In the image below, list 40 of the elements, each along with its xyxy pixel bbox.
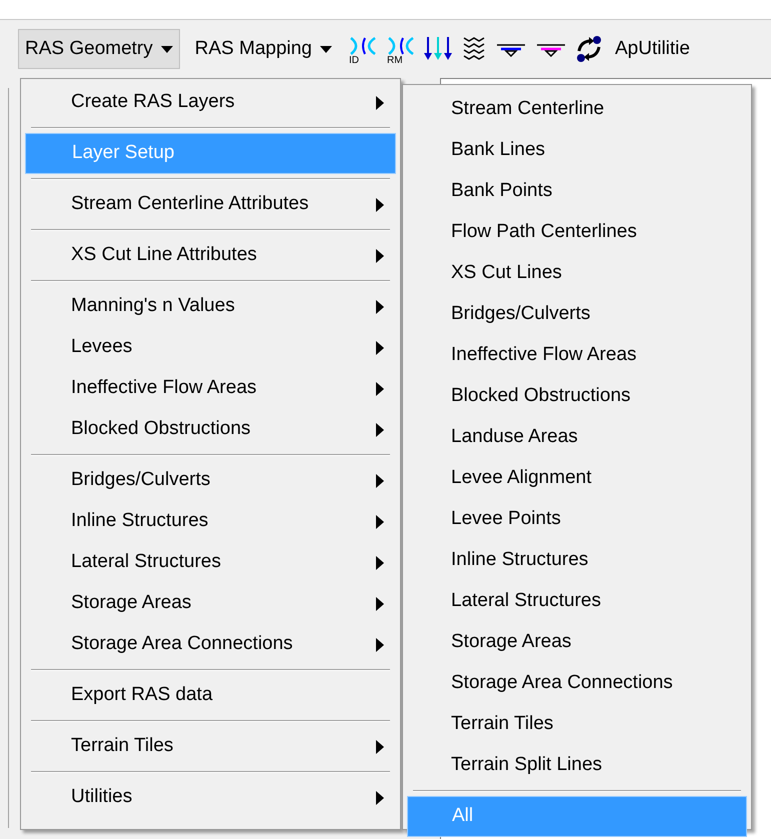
menu-item[interactable]: Bridges/Culverts (25, 460, 396, 501)
menu-item[interactable]: XS Cut Lines (407, 253, 747, 294)
menu-item[interactable]: Storage Area Connections (407, 663, 747, 704)
menu-item[interactable]: Create RAS Layers (25, 82, 396, 123)
sync-icon[interactable] (575, 35, 603, 63)
menu-item[interactable]: Storage Areas (25, 583, 396, 624)
menu-item[interactable]: Export RAS data (25, 675, 396, 716)
menu-item[interactable]: Blocked Obstructions (407, 376, 747, 417)
menu-item[interactable]: Levee Points (407, 499, 747, 540)
menu-item[interactable]: Storage Area Connections (25, 624, 396, 665)
menu-item[interactable]: Bank Points (407, 171, 747, 212)
menu-item[interactable]: Storage Areas (407, 622, 747, 663)
menu-item[interactable]: Terrain Tiles (407, 704, 747, 745)
menu-item[interactable]: Stream Centerline (407, 89, 747, 130)
menu-item[interactable]: Levees (25, 327, 396, 368)
menu-item[interactable]: Utilities (25, 777, 396, 818)
menu-item[interactable]: Blocked Obstructions (25, 409, 396, 450)
menu-item[interactable]: Terrain Split Lines (407, 745, 747, 786)
menu-item[interactable]: Landuse Areas (407, 417, 747, 458)
menu-item[interactable]: Lateral Structures (407, 581, 747, 622)
menu-item[interactable]: Ineffective Flow Areas (25, 368, 396, 409)
menu-item[interactable]: Terrain Tiles (25, 726, 396, 767)
menu-item[interactable]: Ineffective Flow Areas (407, 335, 747, 376)
menu-item[interactable]: Bridges/Culverts (407, 294, 747, 335)
tool-label: ID (349, 56, 359, 66)
dropdown-caret-icon (320, 46, 332, 52)
menu-item[interactable]: Stream Centerline Attributes (25, 184, 396, 225)
menu-item[interactable]: XS Cut Line Attributes (25, 235, 396, 276)
menu-button[interactable]: ApUtilitie (615, 34, 690, 64)
menu-item[interactable]: Levee Alignment (407, 458, 747, 499)
dropdown-caret-icon (160, 46, 173, 52)
menu-item[interactable]: Manning's n Values (25, 286, 396, 327)
menu-button[interactable]: RAS Geometry (18, 29, 180, 69)
menu-item[interactable]: Flow Path Centerlines (407, 212, 747, 253)
menu-item[interactable]: Inline Structures (407, 540, 747, 581)
tool-label: RM (387, 56, 403, 66)
menu-button[interactable]: RAS Mapping (188, 29, 339, 69)
menu-item[interactable]: Inline Structures (25, 501, 396, 542)
menu-item[interactable]: Bank Lines (407, 130, 747, 171)
menu-item[interactable]: Lateral Structures (25, 542, 396, 583)
